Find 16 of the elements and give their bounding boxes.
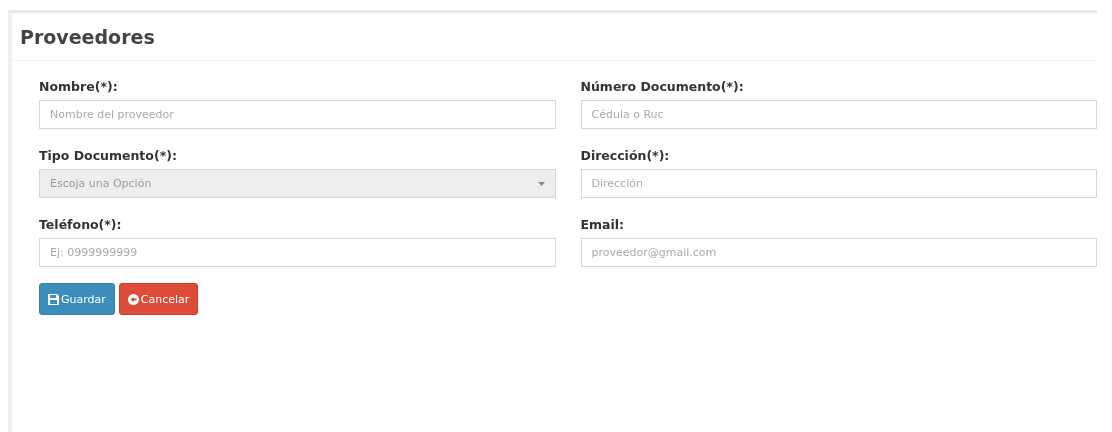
- cancel-button[interactable]: Cancelar: [118, 283, 199, 315]
- input-field[interactable]: Dirección: [580, 169, 1097, 198]
- field-label: Nombre(*):: [39, 79, 118, 94]
- field-label: Teléfono(*):: [39, 217, 122, 232]
- circle-arrow-icon: [127, 293, 139, 305]
- field-label: Email:: [580, 217, 625, 232]
- input-field[interactable]: Ej: 0999999999: [39, 238, 556, 267]
- field-label: Dirección(*):: [580, 148, 670, 163]
- input-field[interactable]: Cédula o Ruc: [580, 100, 1097, 129]
- input-field[interactable]: Nombre del proveedor: [39, 100, 556, 129]
- panel-title: Proveedores: [20, 25, 155, 48]
- field-label: Tipo Documento(*):: [39, 148, 177, 163]
- field-label: Número Documento(*):: [580, 79, 744, 94]
- save-button[interactable]: Guardar: [39, 283, 115, 315]
- input-field[interactable]: proveedor@gmail.com: [580, 238, 1097, 267]
- caret-icon: [537, 181, 545, 186]
